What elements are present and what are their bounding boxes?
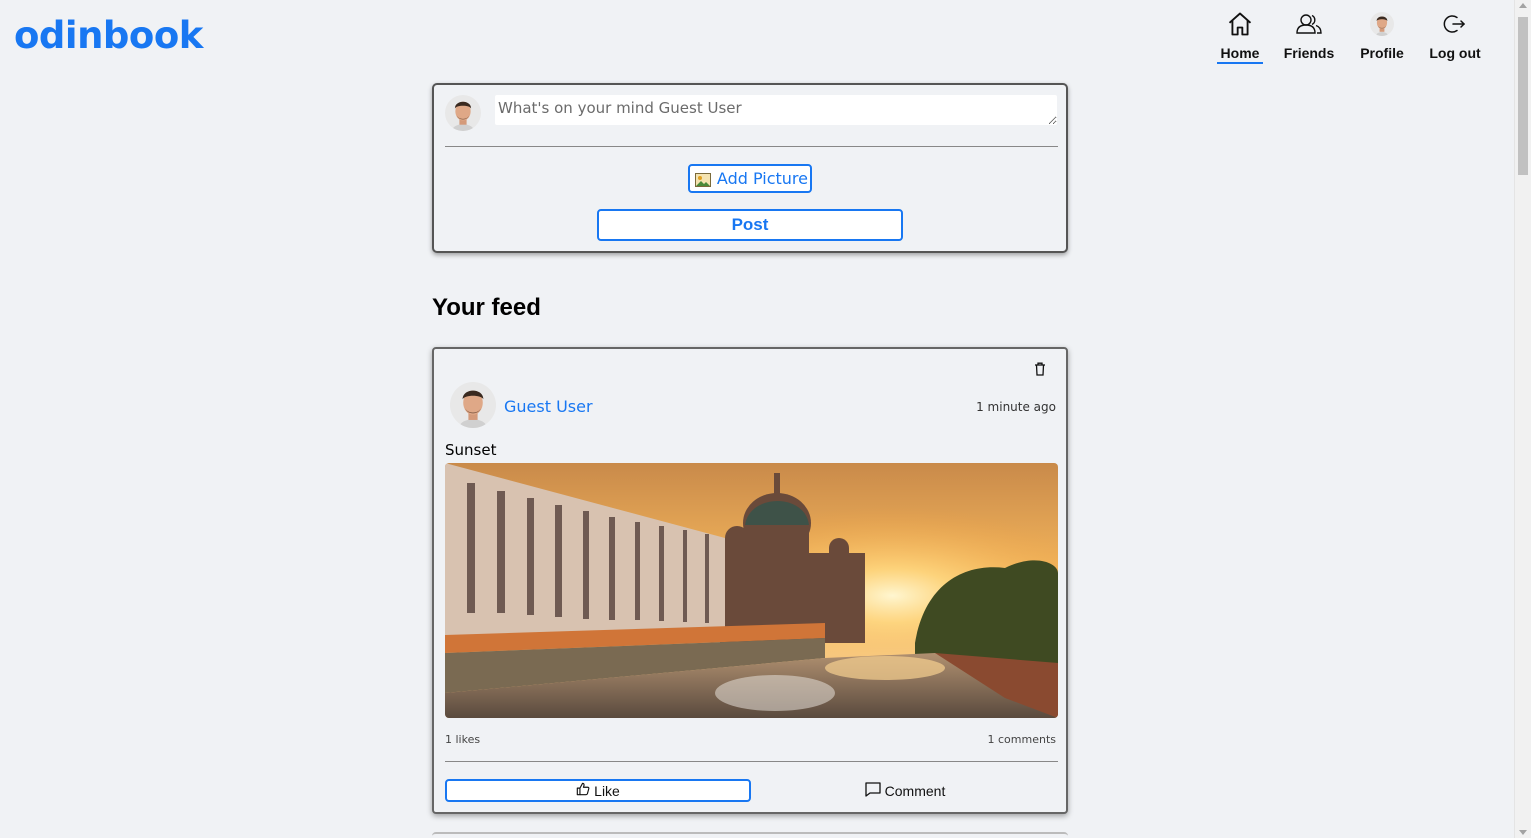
top-nav: Home Friends Profile Log out — [1200, 8, 1500, 68]
like-button[interactable]: Like — [445, 779, 751, 802]
comment-icon — [865, 781, 881, 800]
page-scrollbar[interactable] — [1514, 0, 1531, 838]
post-text: Sunset — [445, 441, 497, 459]
composer-divider — [445, 146, 1058, 147]
post-composer: Add Picture Post — [432, 83, 1068, 253]
nav-friends-label: Friends — [1283, 45, 1335, 61]
post-author-name[interactable]: Guest User — [504, 397, 593, 416]
comments-count[interactable]: 1 comments — [988, 733, 1057, 746]
nav-home-label: Home — [1216, 45, 1264, 64]
trash-icon[interactable] — [1034, 362, 1046, 381]
nav-profile-label: Profile — [1360, 45, 1404, 61]
post-button[interactable]: Post — [597, 209, 903, 241]
thumbs-up-icon — [576, 782, 590, 799]
image-icon — [695, 172, 711, 191]
add-picture-button[interactable]: Add Picture — [688, 164, 812, 193]
nav-profile[interactable]: Profile — [1342, 8, 1422, 64]
app-logo[interactable]: odinbook — [14, 14, 203, 57]
nav-friends[interactable]: Friends — [1269, 8, 1349, 64]
feed-title: Your feed — [432, 294, 541, 321]
comment-button[interactable]: Comment — [752, 779, 1058, 802]
likes-count[interactable]: 1 likes — [445, 733, 480, 746]
nav-logout[interactable]: Log out — [1415, 8, 1495, 64]
post-card: Guest User 1 minute ago Sunset 1 likes 1… — [432, 347, 1068, 814]
post-image[interactable] — [445, 463, 1058, 718]
post-divider — [445, 761, 1058, 762]
like-label: Like — [594, 782, 620, 799]
post-timestamp: 1 minute ago — [976, 400, 1056, 414]
nav-logout-label: Log out — [1429, 45, 1481, 61]
logout-icon — [1443, 8, 1467, 40]
nav-home[interactable]: Home — [1200, 8, 1280, 64]
next-post-card-edge — [432, 832, 1068, 838]
scroll-down-icon[interactable] — [1519, 830, 1527, 835]
composer-avatar — [445, 95, 481, 131]
post-author-avatar[interactable] — [450, 382, 496, 428]
comment-label: Comment — [884, 782, 946, 799]
friends-icon — [1295, 8, 1323, 40]
scroll-up-icon[interactable] — [1519, 3, 1527, 8]
add-picture-label: Add Picture — [716, 169, 808, 188]
scroll-thumb[interactable] — [1518, 17, 1528, 175]
avatar — [1370, 8, 1394, 40]
home-icon — [1226, 8, 1254, 40]
post-text-input[interactable] — [495, 95, 1057, 125]
